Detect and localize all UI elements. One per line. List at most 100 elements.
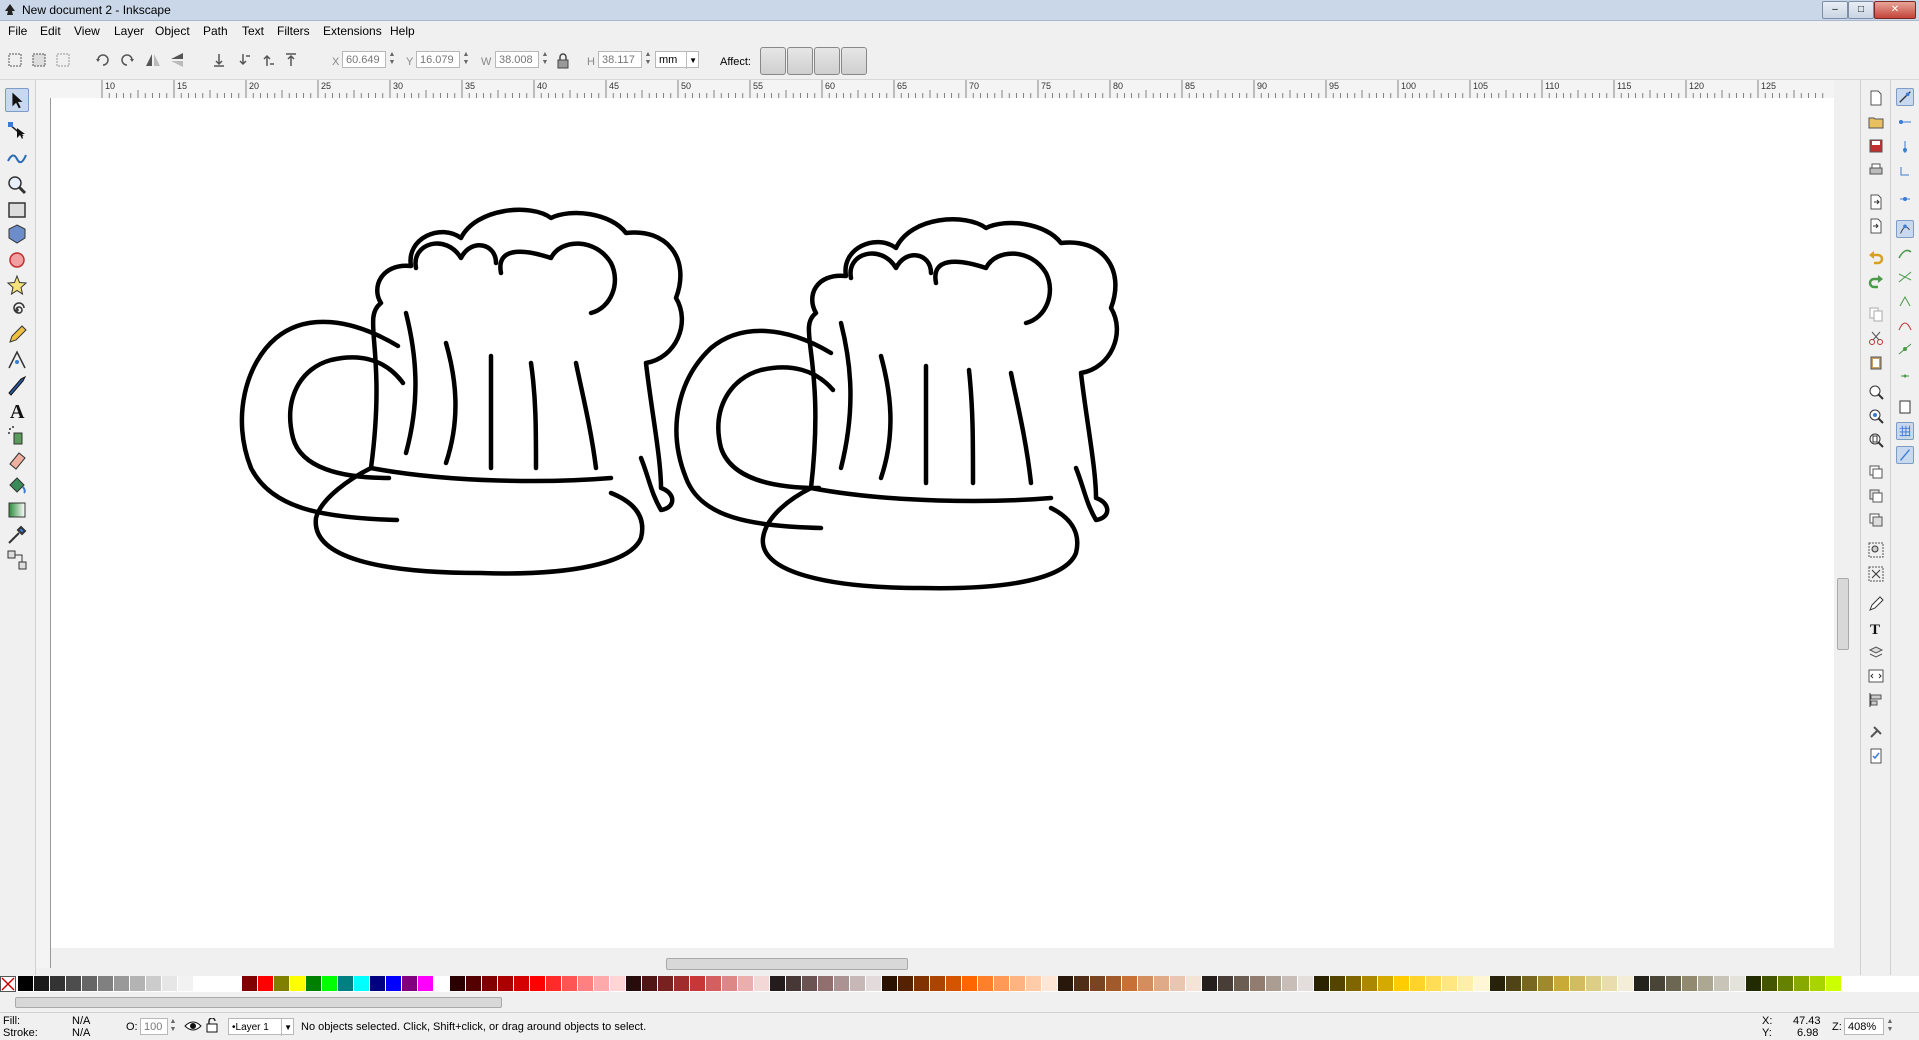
color-swatch[interactable] <box>1586 976 1602 991</box>
menu-object[interactable]: Object <box>155 24 190 38</box>
color-swatch[interactable] <box>802 976 818 991</box>
3d-box-tool-icon[interactable] <box>5 222 29 246</box>
color-swatch[interactable] <box>82 976 98 991</box>
color-swatch[interactable] <box>1378 976 1394 991</box>
h-spinner[interactable]: ▲ ▼ <box>643 51 653 68</box>
color-swatch[interactable] <box>578 976 594 991</box>
beer-mug-right[interactable] <box>674 217 1120 591</box>
dropper-tool-icon[interactable] <box>5 523 29 547</box>
snap-bbox-icon[interactable] <box>1896 114 1914 132</box>
text-font-icon[interactable]: T <box>1868 620 1884 636</box>
y-input[interactable]: 16.079 <box>416 51 460 68</box>
color-swatch[interactable] <box>1026 976 1042 991</box>
x-spinner[interactable]: ▲ ▼ <box>387 51 397 68</box>
pen-tool-icon[interactable] <box>5 348 29 372</box>
select-all-icon[interactable] <box>6 51 24 69</box>
color-swatch[interactable] <box>322 976 338 991</box>
layers-icon[interactable] <box>1868 644 1884 660</box>
color-swatch[interactable] <box>114 976 130 991</box>
color-swatch[interactable] <box>1442 976 1458 991</box>
deselect-icon[interactable] <box>54 51 72 69</box>
paste-icon[interactable] <box>1868 354 1884 370</box>
zoom-tool-icon[interactable] <box>5 173 29 197</box>
group-icon[interactable] <box>1868 542 1884 558</box>
snap-object-midpoints-icon[interactable] <box>1896 364 1914 382</box>
color-swatch[interactable] <box>1570 976 1586 991</box>
undo-icon[interactable] <box>1868 250 1884 266</box>
stroke-value[interactable]: N/A <box>72 1027 90 1039</box>
color-swatch[interactable] <box>290 976 306 991</box>
print-icon[interactable] <box>1868 162 1884 178</box>
color-swatch[interactable] <box>1458 976 1474 991</box>
color-swatch[interactable] <box>18 976 34 991</box>
color-swatch[interactable] <box>722 976 738 991</box>
color-swatch[interactable] <box>1266 976 1282 991</box>
color-swatch[interactable] <box>1218 976 1234 991</box>
color-swatch[interactable] <box>1746 976 1762 991</box>
snap-bbox-edges-icon[interactable] <box>1896 138 1914 156</box>
paint-bucket-tool-icon[interactable] <box>5 473 29 497</box>
fill-value[interactable]: N/A <box>72 1015 90 1027</box>
color-swatch[interactable] <box>594 976 610 991</box>
vertical-scrollbar[interactable] <box>1834 98 1850 948</box>
color-swatch[interactable] <box>850 976 866 991</box>
color-swatch[interactable] <box>466 976 482 991</box>
color-swatch[interactable] <box>818 976 834 991</box>
color-swatch[interactable] <box>1010 976 1026 991</box>
snap-cusp-nodes-icon[interactable] <box>1896 292 1914 310</box>
unit-select[interactable]: mm ▼ <box>655 51 699 69</box>
horizontal-scrollbar[interactable] <box>51 955 1834 971</box>
document-properties-icon[interactable] <box>1868 748 1884 764</box>
color-swatch[interactable] <box>1314 976 1330 991</box>
color-swatch[interactable] <box>674 976 690 991</box>
color-swatch[interactable] <box>1330 976 1346 991</box>
color-swatch[interactable] <box>194 976 210 991</box>
select-all-layers-icon[interactable] <box>30 51 48 69</box>
ungroup-icon[interactable] <box>1868 566 1884 582</box>
opacity-spinner[interactable]: ▲ ▼ <box>168 1018 178 1035</box>
clone-icon[interactable] <box>1868 488 1884 504</box>
eraser-tool-icon[interactable] <box>5 448 29 472</box>
color-swatch[interactable] <box>274 976 290 991</box>
lower-to-bottom-icon[interactable] <box>210 51 228 69</box>
zoom-drawing-icon[interactable] <box>1868 408 1884 424</box>
color-swatch[interactable] <box>1154 976 1170 991</box>
color-swatch[interactable] <box>210 976 226 991</box>
menu-help[interactable]: Help <box>390 24 415 38</box>
color-swatch[interactable] <box>1554 976 1570 991</box>
color-swatch[interactable] <box>530 976 546 991</box>
color-swatch[interactable] <box>738 976 754 991</box>
color-swatch[interactable] <box>1058 976 1074 991</box>
x-input[interactable]: 60.649 <box>342 51 386 68</box>
menu-layer[interactable]: Layer <box>114 24 144 38</box>
color-swatch[interactable] <box>338 976 354 991</box>
gradient-tool-icon[interactable] <box>5 498 29 522</box>
color-swatch[interactable] <box>402 976 418 991</box>
selector-tool-icon[interactable] <box>5 88 29 112</box>
rotate-cw-icon[interactable] <box>118 51 136 69</box>
color-swatch[interactable] <box>162 976 178 991</box>
color-swatch[interactable] <box>978 976 994 991</box>
color-swatch[interactable] <box>130 976 146 991</box>
color-swatch[interactable] <box>1202 976 1218 991</box>
color-swatch[interactable] <box>1298 976 1314 991</box>
calligraphy-tool-icon[interactable] <box>5 373 29 397</box>
color-swatch[interactable] <box>770 976 786 991</box>
color-swatch[interactable] <box>610 976 626 991</box>
color-swatch[interactable] <box>1538 976 1554 991</box>
preferences-icon[interactable] <box>1868 724 1884 740</box>
color-swatch[interactable] <box>706 976 722 991</box>
snap-guides-icon[interactable] <box>1896 446 1914 464</box>
color-swatch[interactable] <box>258 976 274 991</box>
color-swatch[interactable] <box>370 976 386 991</box>
snap-bbox-midpoints-icon[interactable] <box>1896 186 1914 204</box>
snap-grids-icon[interactable] <box>1896 422 1914 440</box>
color-swatch[interactable] <box>514 976 530 991</box>
save-icon[interactable] <box>1868 138 1884 154</box>
color-swatch[interactable] <box>178 976 194 991</box>
color-swatch[interactable] <box>642 976 658 991</box>
color-swatch[interactable] <box>1106 976 1122 991</box>
color-swatch[interactable] <box>562 976 578 991</box>
color-swatch[interactable] <box>66 976 82 991</box>
color-swatch[interactable] <box>546 976 562 991</box>
